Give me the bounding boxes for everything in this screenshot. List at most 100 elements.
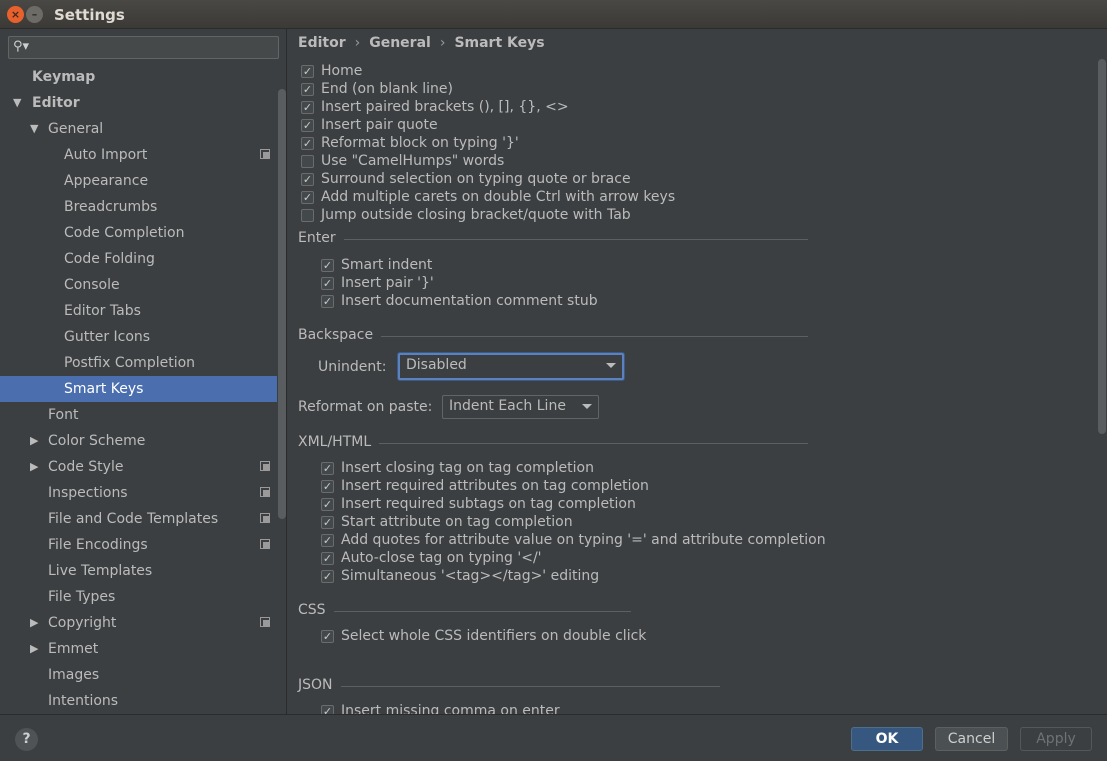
sidebar-item-label: Live Templates: [48, 563, 153, 579]
collapsed-arrow-icon[interactable]: ▶: [30, 428, 38, 454]
cancel-button[interactable]: Cancel: [935, 727, 1008, 751]
sidebar-item-label: Postfix Completion: [64, 355, 196, 371]
breadcrumb-separator: ›: [354, 35, 361, 51]
checkbox-checked-icon[interactable]: ✓: [321, 552, 334, 565]
checkbox-checked-icon[interactable]: ✓: [301, 173, 314, 186]
checkbox-checked-icon[interactable]: ✓: [301, 137, 314, 150]
sidebar-item-label: General: [48, 121, 104, 137]
breadcrumb-smart-keys: Smart Keys: [454, 35, 545, 51]
sidebar-item-code-style[interactable]: ▶ Code Style: [0, 454, 277, 480]
checkbox-checked-icon[interactable]: ✓: [301, 119, 314, 132]
checkbox-unchecked-icon[interactable]: [301, 209, 314, 222]
checkbox-checked-icon[interactable]: ✓: [301, 191, 314, 204]
expanded-arrow-icon[interactable]: ▼: [13, 90, 21, 116]
minimize-window-button[interactable]: –: [26, 6, 43, 23]
project-scope-icon: [260, 513, 270, 523]
checkbox-checked-icon[interactable]: ✓: [321, 259, 334, 272]
sidebar-item-file-types[interactable]: File Types: [0, 584, 277, 610]
sidebar-item-copyright[interactable]: ▶ Copyright: [0, 610, 277, 636]
checkbox-label: Simultaneous '<tag></tag>' editing: [341, 568, 600, 584]
reformat-on-paste-dropdown[interactable]: Indent Each Line: [442, 395, 599, 419]
collapsed-arrow-icon[interactable]: ▶: [30, 610, 38, 636]
checkbox-checked-icon[interactable]: ✓: [321, 295, 334, 308]
sidebar-item-appearance[interactable]: Appearance: [0, 168, 277, 194]
sidebar-item-inspections[interactable]: Inspections: [0, 480, 277, 506]
unindent-dropdown[interactable]: Disabled: [398, 353, 624, 380]
ok-button[interactable]: OK: [851, 727, 923, 751]
section-divider: [341, 686, 720, 687]
checkbox-label: Use "CamelHumps" words: [321, 153, 505, 169]
checkbox-checked-icon[interactable]: ✓: [321, 498, 334, 511]
checkbox-checked-icon[interactable]: ✓: [321, 534, 334, 547]
sidebar-item-label: Code Style: [48, 459, 124, 475]
checkbox-label: Start attribute on tag completion: [341, 514, 573, 530]
sidebar-item-live-templates[interactable]: Live Templates: [0, 558, 277, 584]
sidebar-item-font[interactable]: Font: [0, 402, 277, 428]
checkbox-checked-icon[interactable]: ✓: [321, 630, 334, 643]
sidebar-item-editor-tabs[interactable]: Editor Tabs: [0, 298, 277, 324]
collapsed-arrow-icon[interactable]: ▶: [30, 636, 38, 662]
apply-button[interactable]: Apply: [1020, 727, 1092, 751]
sidebar-item-general[interactable]: ▼ General: [0, 116, 277, 142]
sidebar-item-smart-keys[interactable]: Smart Keys: [0, 376, 277, 402]
checkbox-checked-icon[interactable]: ✓: [301, 83, 314, 96]
sidebar-item-label: Copyright: [48, 615, 117, 631]
sidebar-item-label: Auto Import: [64, 147, 148, 163]
checkbox-label: Auto-close tag on typing '</': [341, 550, 542, 566]
sidebar-item-label: Code Completion: [64, 225, 185, 241]
reformat-on-paste-label: Reformat on paste:: [298, 399, 433, 415]
settings-search-input[interactable]: ⚲▾: [8, 36, 279, 59]
checkbox-label: Home: [321, 63, 363, 79]
sidebar-item-label: Breadcrumbs: [64, 199, 158, 215]
search-icon[interactable]: ⚲▾: [13, 39, 29, 54]
sidebar-item-gutter-icons[interactable]: Gutter Icons: [0, 324, 277, 350]
checkbox-checked-icon[interactable]: ✓: [321, 480, 334, 493]
checkbox-checked-icon[interactable]: ✓: [321, 277, 334, 290]
sidebar-item-intentions[interactable]: Intentions: [0, 688, 277, 714]
sidebar-item-postfix-completion[interactable]: Postfix Completion: [0, 350, 277, 376]
chevron-down-icon: [606, 363, 616, 368]
dialog-footer: ? OK Cancel Apply: [0, 714, 1107, 761]
sidebar-item-code-completion[interactable]: Code Completion: [0, 220, 277, 246]
checkbox-checked-icon[interactable]: ✓: [301, 101, 314, 114]
expanded-arrow-icon[interactable]: ▼: [30, 116, 38, 142]
section-title-main-enter-title: Enter: [298, 230, 336, 246]
sidebar-item-color-scheme[interactable]: ▶ Color Scheme: [0, 428, 277, 454]
checkbox-checked-icon[interactable]: ✓: [321, 570, 334, 583]
sidebar-item-console[interactable]: Console: [0, 272, 277, 298]
chevron-down-icon: [582, 404, 592, 409]
window-title: Settings: [54, 6, 125, 24]
reformat-on-paste-value: Indent Each Line: [449, 398, 566, 414]
sidebar-item-images[interactable]: Images: [0, 662, 277, 688]
close-window-button[interactable]: ×: [7, 6, 24, 23]
checkbox-label: Insert missing comma on enter: [341, 703, 560, 714]
sidebar-item-label: Images: [48, 667, 100, 683]
sidebar-item-file-encodings[interactable]: File Encodings: [0, 532, 277, 558]
project-scope-icon: [260, 617, 270, 627]
checkbox-unchecked-icon[interactable]: [301, 155, 314, 168]
checkbox-checked-icon[interactable]: ✓: [321, 705, 334, 714]
sidebar-item-label: Code Folding: [64, 251, 155, 267]
sidebar-item-auto-import[interactable]: Auto Import: [0, 142, 277, 168]
sidebar-item-label: Keymap: [32, 69, 96, 85]
settings-sidebar: ⚲▾ Keymap ▼ Editor ▼ General Auto Import Appea…: [0, 29, 287, 714]
content-scrollbar[interactable]: [1098, 59, 1106, 434]
sidebar-item-code-folding[interactable]: Code Folding: [0, 246, 277, 272]
sidebar-item-file-and-code-templates[interactable]: File and Code Templates: [0, 506, 277, 532]
breadcrumb-separator: ›: [439, 35, 446, 51]
checkbox-checked-icon[interactable]: ✓: [301, 65, 314, 78]
project-scope-icon: [260, 487, 270, 497]
section-title-main-backspace-title: Backspace: [298, 327, 374, 343]
sidebar-item-editor[interactable]: ▼ Editor: [0, 90, 277, 116]
sidebar-item-keymap[interactable]: Keymap: [0, 64, 277, 90]
collapsed-arrow-icon[interactable]: ▶: [30, 454, 38, 480]
checkbox-checked-icon[interactable]: ✓: [321, 516, 334, 529]
breadcrumb-general: General: [369, 35, 431, 51]
checkbox-checked-icon[interactable]: ✓: [321, 462, 334, 475]
sidebar-item-emmet[interactable]: ▶ Emmet: [0, 636, 277, 662]
help-button[interactable]: ?: [15, 728, 38, 751]
sidebar-scrollbar[interactable]: [278, 89, 286, 519]
breadcrumb-editor: Editor: [298, 35, 346, 51]
sidebar-item-breadcrumbs[interactable]: Breadcrumbs: [0, 194, 277, 220]
section-divider: [379, 443, 808, 444]
